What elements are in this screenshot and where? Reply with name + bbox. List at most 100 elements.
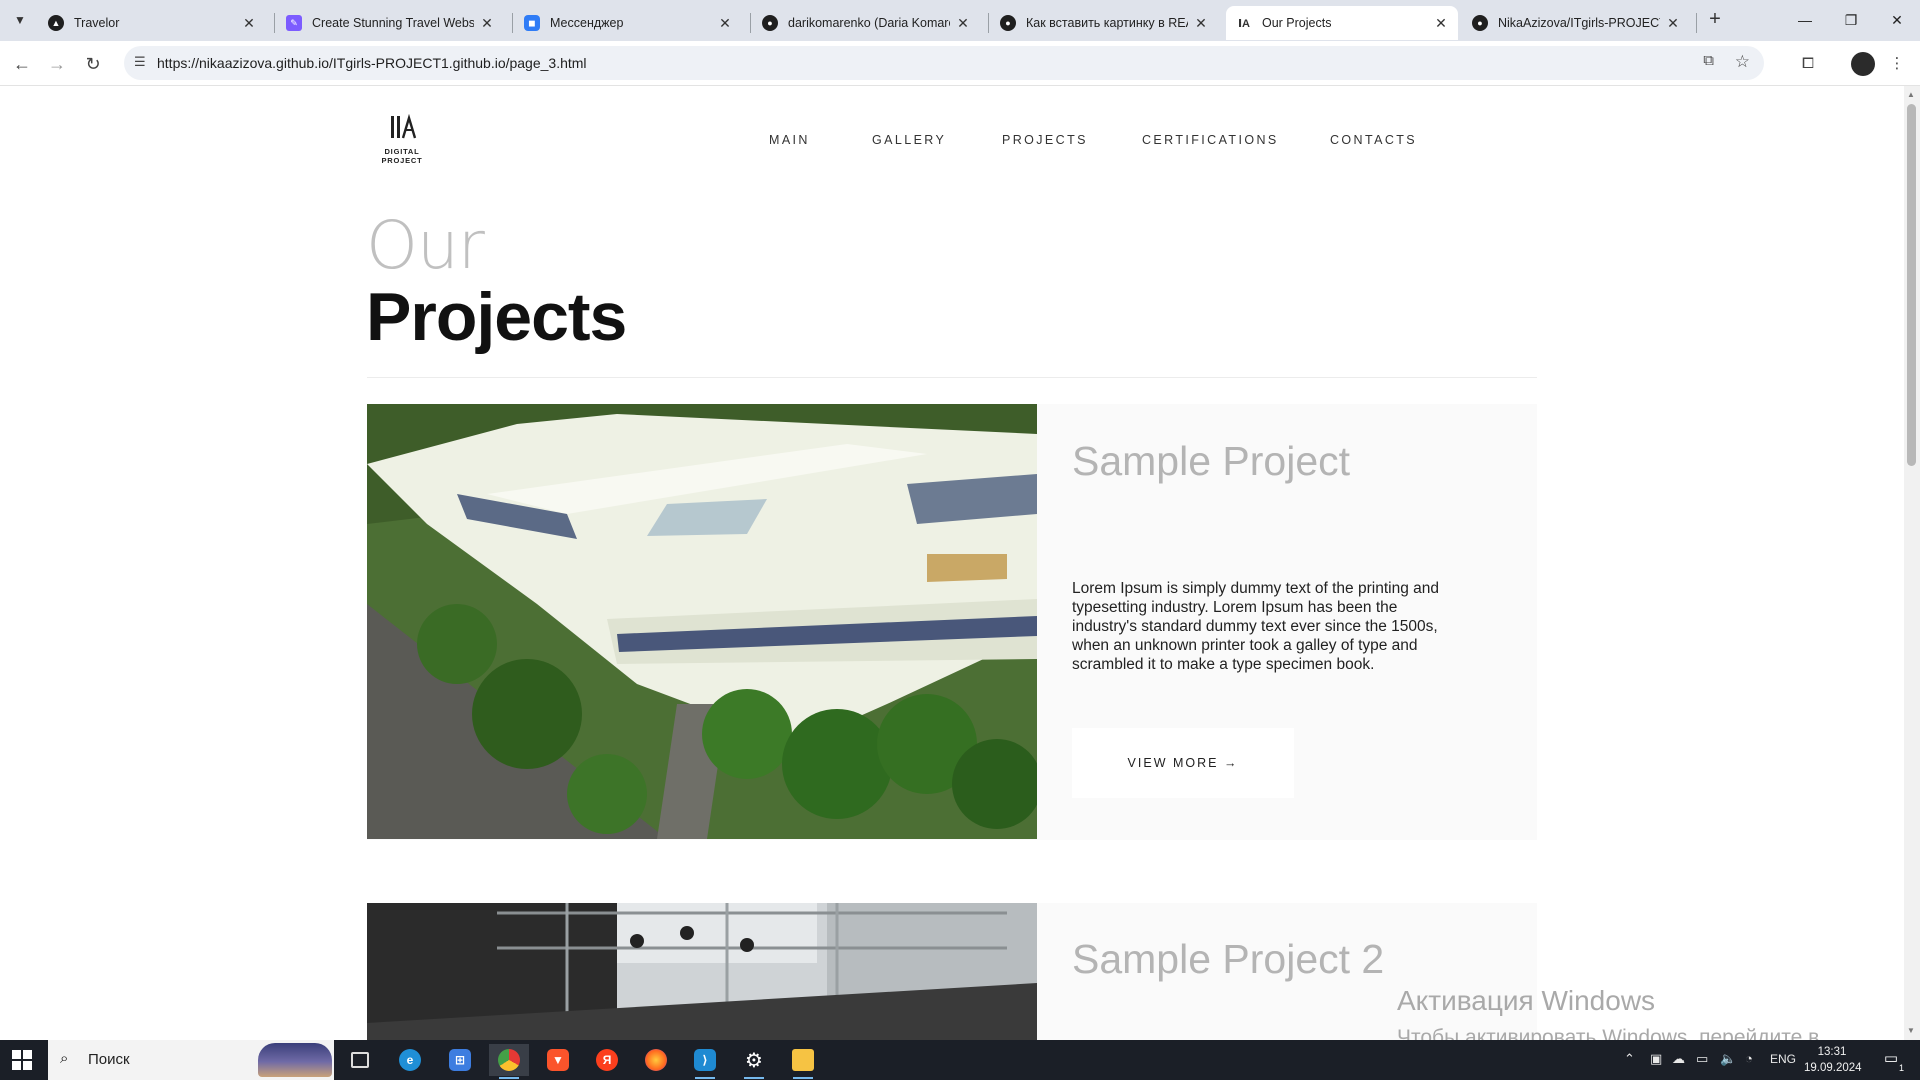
reload-icon[interactable]: ↻ [79,50,107,78]
close-tab-icon[interactable]: ✕ [954,15,972,32]
tab-create-website[interactable]: ✎ Create Stunning Travel Website ✕ [276,6,504,40]
tab-title: Travelor [74,16,120,30]
edge-icon[interactable]: e [390,1044,430,1076]
project-image-building[interactable] [367,404,1037,839]
forward-arrow-icon[interactable]: → [43,50,71,78]
tab-our-projects[interactable]: ⅠA Our Projects ✕ [1226,6,1458,40]
web-page: DIGITAL PROJECT MAIN GALLERY PROJECTS CE… [0,86,1904,1040]
tab-darikomarenko[interactable]: ● darikomarenko (Daria Komarenko) ✕ [752,6,980,40]
scroll-down-arrow-icon[interactable]: ▼ [1907,1026,1915,1035]
onedrive-cloud-icon[interactable]: ☁ [1672,1051,1685,1067]
firefox-icon[interactable] [636,1044,676,1076]
tab-list-chevron-icon[interactable]: ▼ [8,8,32,32]
tab-title: Create Stunning Travel Website [312,16,474,30]
close-tab-icon[interactable]: ✕ [1192,15,1210,32]
browser-tab-bar: ▼ ▲ Travelor ✕ ✎ Create Stunning Travel … [0,0,1920,41]
restore-window-icon[interactable]: ❐ [1828,6,1874,34]
close-window-icon[interactable]: ✕ [1874,6,1920,34]
github-icon: ● [1472,15,1488,31]
settings-gear-icon[interactable]: ⚙ [734,1044,774,1079]
tab-readme[interactable]: ● Как вставить картинку в README ✕ [990,6,1218,40]
tab-title: Our Projects [1262,16,1332,30]
tab-nikaazizova-repo[interactable]: ● NikaAzizova/ITgirls-PROJECT1.github.io… [1462,6,1690,40]
nav-projects[interactable]: PROJECTS [1002,133,1088,147]
close-tab-icon[interactable]: ✕ [240,15,258,32]
digital-project-logo-icon [391,114,417,139]
taskbar-search-box[interactable]: ⌕ Поиск [48,1040,334,1080]
bookmark-star-icon[interactable]: ☆ [1735,52,1750,72]
microsoft-store-icon[interactable]: ⊞ [440,1044,480,1076]
notification-icon[interactable]: ▭ 1 [1880,1049,1904,1073]
windows-taskbar: ⌕ Поиск e ⊞ ▼ Я ⟩ ⚙ ⌃ ▣ ☁ ▭ 🔈 ◔ ENG 13:3… [0,1040,1920,1080]
project-card-1: Sample Project Lorem Ipsum is simply dum… [367,404,1537,840]
search-icon: ⌕ [60,1050,69,1067]
page-title-light: Our [366,207,485,284]
nav-contacts[interactable]: CONTACTS [1330,133,1417,147]
nav-certifications[interactable]: CERTIFICATIONS [1142,133,1279,147]
close-tab-icon[interactable]: ✕ [1664,15,1682,32]
battery-health-icon[interactable]: ▣ [1650,1051,1662,1067]
tab-travelor[interactable]: ▲ Travelor ✕ [38,6,266,40]
scroll-up-arrow-icon[interactable]: ▲ [1907,90,1915,99]
tab-title: darikomarenko (Daria Komarenko) [788,16,950,30]
clock-date: 19.09.2024 [1804,1062,1862,1074]
search-label: Поиск [88,1051,130,1068]
tab-title: Как вставить картинку в README [1026,16,1188,30]
tab-messenger[interactable]: ◼ Мессенджер ✕ [514,6,742,40]
chrome-icon[interactable] [489,1044,529,1079]
clock-time: 13:31 [1817,1046,1847,1058]
wifi-icon[interactable]: ◔ [1745,1051,1753,1066]
url-text[interactable]: https://nikaazizova.github.io/ITgirls-PR… [157,55,587,71]
minimize-window-icon[interactable]: — [1782,6,1828,34]
pen-icon: ✎ [286,15,302,31]
github-icon: ● [762,15,778,31]
language-indicator[interactable]: ENG [1770,1052,1796,1066]
messenger-icon: ◼ [524,15,540,31]
notification-count: 1 [1898,1063,1904,1073]
logo-text: DIGITAL PROJECT [381,147,423,165]
search-highlight-image [258,1043,332,1077]
translate-icon[interactable]: ⧉ [1703,52,1714,69]
chevron-up-icon[interactable]: ⌃ [1624,1051,1635,1067]
travelor-icon: ▲ [48,15,64,31]
windows-activation-title: Активация Windows [1397,985,1656,1016]
nav-gallery[interactable]: GALLERY [872,133,946,147]
extensions-puzzle-icon[interactable]: ⧠ [1795,51,1821,77]
digital-project-icon: ⅠA [1237,17,1251,30]
windows-activation-text: Чтобы активировать Windows, перейдите в … [1397,1026,1820,1040]
view-more-button[interactable]: VIEW MORE → [1072,728,1294,798]
file-explorer-icon[interactable] [783,1044,823,1079]
vscode-icon[interactable]: ⟩ [685,1044,725,1079]
close-tab-icon[interactable]: ✕ [1432,15,1450,32]
building-render-image [367,404,1037,839]
browser-toolbar: ← → ↻ ☰ https://nikaazizova.github.io/IT… [0,41,1920,86]
task-view-icon[interactable] [340,1044,380,1076]
project-description: Lorem Ipsum is simply dummy text of the … [1072,580,1439,673]
tab-title: NikaAzizova/ITgirls-PROJECT1.github.io [1498,16,1660,30]
address-bar[interactable]: ☰ https://nikaazizova.github.io/ITgirls-… [124,46,1764,80]
new-tab-plus-icon[interactable]: + [1703,8,1727,32]
menu-kebab-icon[interactable]: ⋮ [1884,51,1910,77]
close-tab-icon[interactable]: ✕ [478,15,496,32]
project-image-interior[interactable] [367,903,1037,1040]
scrollbar-thumb[interactable] [1907,104,1916,466]
back-arrow-icon[interactable]: ← [8,50,36,78]
close-tab-icon[interactable]: ✕ [716,15,734,32]
brave-icon[interactable]: ▼ [538,1044,578,1076]
github-icon: ● [1000,15,1016,31]
project-card-2: Sample Project 2 [367,903,1537,1040]
yandex-browser-icon[interactable]: Я [587,1044,627,1076]
clock[interactable]: 13:31 19.09.2024 [1804,1044,1862,1076]
project-title: Sample Project 2 [1072,936,1385,982]
volume-icon[interactable]: 🔈 [1720,1051,1736,1067]
windows-start-icon[interactable] [12,1050,32,1070]
profile-avatar[interactable] [1851,52,1875,76]
project-title: Sample Project [1072,438,1351,484]
nav-main[interactable]: MAIN [769,133,810,147]
battery-icon[interactable]: ▭ [1696,1051,1708,1067]
site-logo[interactable]: DIGITAL PROJECT [367,114,437,165]
site-settings-icon[interactable]: ☰ [134,54,146,70]
divider [367,377,1537,378]
page-title-bold: Projects [366,279,627,355]
tab-title: Мессенджер [550,16,624,30]
